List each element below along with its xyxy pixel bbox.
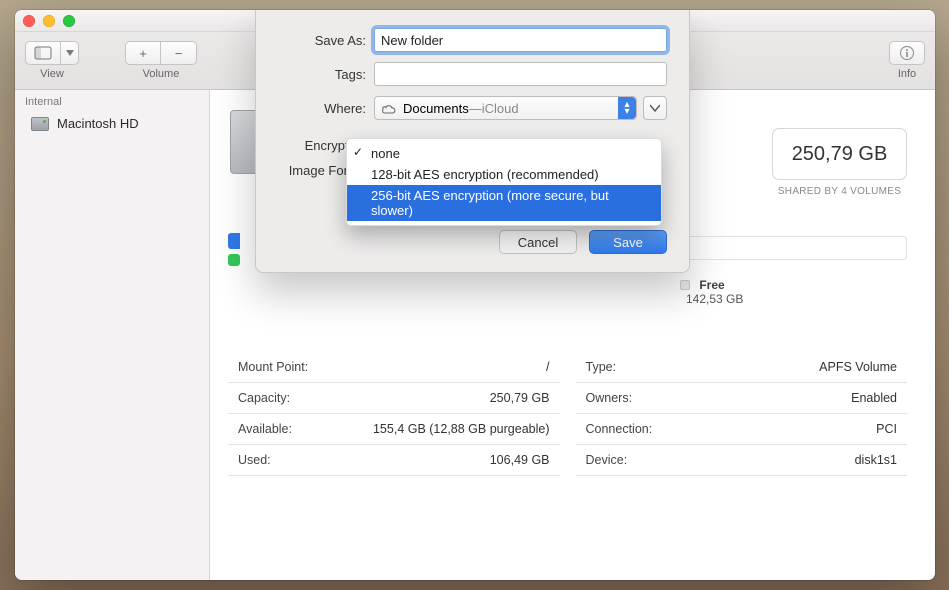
menu-item-aes256[interactable]: 256-bit AES encryption (more secure, but…: [347, 185, 661, 221]
menu-item-aes128[interactable]: 128-bit AES encryption (recommended): [347, 164, 661, 185]
view-menu-button[interactable]: [61, 41, 79, 65]
free-swatch-icon: [680, 280, 690, 290]
view-button[interactable]: [25, 41, 61, 65]
save-button[interactable]: Save: [589, 230, 667, 254]
hdd-icon: [31, 117, 49, 131]
info-button[interactable]: [889, 41, 925, 65]
sidebar-section: Internal: [15, 90, 209, 112]
save-sheet: Save As: Tags: Where: Documents — iCloud…: [255, 10, 690, 273]
info-table-left: Mount Point:/ Capacity:250,79 GB Availab…: [228, 352, 560, 476]
free-label: Free: [699, 278, 724, 292]
info-label: Info: [898, 68, 916, 80]
encryption-menu: none 128-bit AES encryption (recommended…: [346, 138, 662, 226]
toolbar-group-view: View: [25, 41, 79, 80]
volume-label: Volume: [143, 68, 180, 80]
add-volume-button[interactable]: +: [125, 41, 161, 65]
sidebar-item-label: Macintosh HD: [57, 116, 139, 131]
size-box: 250,79 GB: [772, 128, 907, 180]
info-table-right: Type:APFS Volume Owners:Enabled Connecti…: [576, 352, 908, 476]
volume-info: Mount Point:/ Capacity:250,79 GB Availab…: [228, 352, 907, 476]
where-label: Where:: [278, 101, 374, 116]
cloud-icon: [381, 103, 397, 114]
view-label: View: [40, 68, 64, 80]
save-as-input[interactable]: [374, 28, 667, 52]
blue-chip-icon: [228, 233, 240, 249]
tags-label: Tags:: [278, 67, 374, 82]
where-select[interactable]: Documents — iCloud ▴▾: [374, 96, 637, 120]
toolbar-group-volume: + − Volume: [125, 41, 197, 80]
usage-legend: Free 142,53 GB: [680, 278, 907, 306]
select-stepper-icon: ▴▾: [618, 97, 636, 119]
save-as-label: Save As:: [278, 33, 374, 48]
where-doc: Documents: [403, 101, 469, 116]
green-chip-icon: [228, 254, 240, 266]
menu-item-none[interactable]: none: [347, 143, 661, 164]
sidebar: Internal Macintosh HD: [15, 90, 210, 580]
tags-input[interactable]: [374, 62, 667, 86]
sidebar-item-macintosh-hd[interactable]: Macintosh HD: [15, 112, 209, 135]
expand-button[interactable]: [643, 96, 667, 120]
free-value: 142,53 GB: [686, 292, 743, 306]
where-cloud: iCloud: [482, 101, 519, 116]
remove-volume-button[interactable]: −: [161, 41, 197, 65]
usage-bar: [660, 236, 907, 260]
shared-volumes-label: SHARED BY 4 VOLUMES: [772, 186, 907, 197]
cancel-button[interactable]: Cancel: [499, 230, 577, 254]
disk-size: 250,79 GB: [792, 143, 888, 166]
app-window: Disk Utility View + − Volume: [15, 10, 935, 580]
